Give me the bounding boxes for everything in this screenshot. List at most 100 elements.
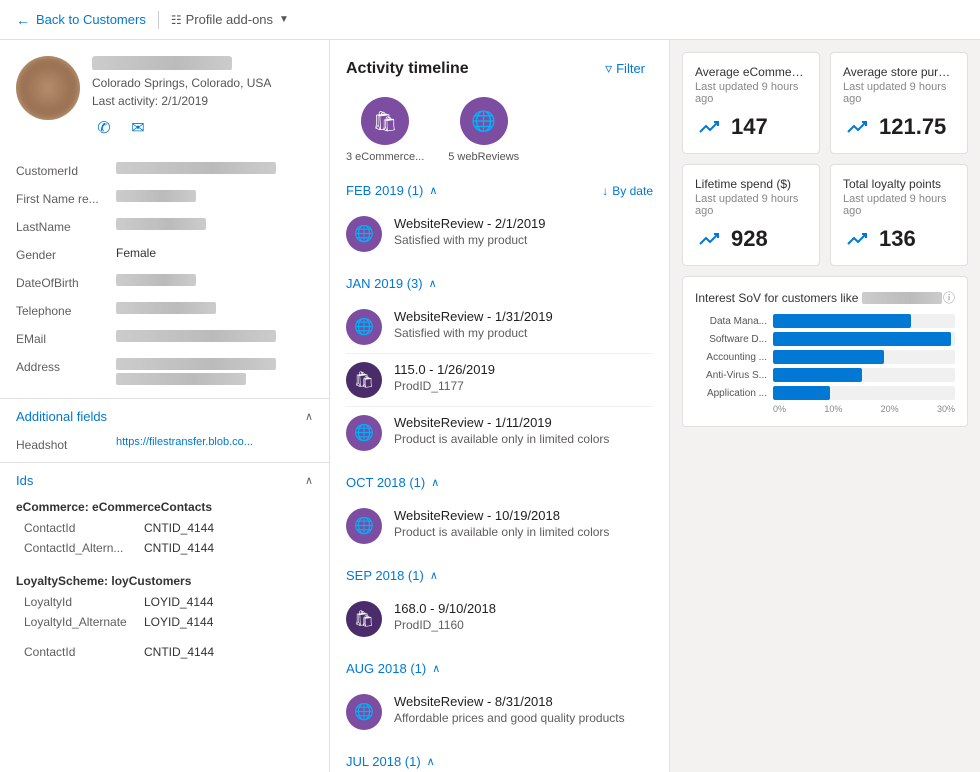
interest-chart-card: Interest SoV for customers like ⓘ Data M…	[682, 276, 968, 427]
field-label-dob: DateOfBirth	[16, 274, 116, 290]
field-label-firstname: First Name re...	[16, 190, 116, 206]
field-label-lastname: LastName	[16, 218, 116, 234]
ids-label-loyaltyid-alt: LoyaltyId_Alternate	[24, 615, 144, 629]
ids-group-ecommerce-title: eCommerce: eCommerceContacts	[16, 494, 313, 518]
bar-row: Accounting ...	[695, 350, 955, 364]
jul2018-chevron-icon: ∧	[427, 755, 435, 768]
kpi-value-avg-ecommerce: 147	[731, 114, 768, 140]
timeline-item-title: WebsiteReview - 1/31/2019	[394, 309, 653, 324]
field-value-headshot[interactable]: https://filestransfer.blob.co...	[116, 436, 313, 448]
kpi-title-loyalty-points: Total loyalty points	[843, 177, 955, 191]
field-value-firstname	[116, 190, 313, 204]
feb2019-label: FEB 2019 (1)	[346, 183, 423, 198]
ids-field-contactid: ContactId CNTID_4144	[16, 518, 313, 538]
oct2018-label: OCT 2018 (1)	[346, 475, 425, 490]
chart-title-name: Interest SoV for customers like	[695, 291, 942, 305]
email-icon[interactable]: ✉	[126, 116, 150, 140]
x-label-30: 30%	[937, 404, 955, 414]
ids-field-loyaltyid: LoyaltyId LOYID_4144	[16, 592, 313, 612]
field-value-address	[116, 358, 313, 388]
x-label-0: 0%	[773, 404, 786, 414]
x-label-10: 10%	[824, 404, 842, 414]
bar-row: Software D...	[695, 332, 955, 346]
field-value-customerid	[116, 162, 313, 176]
bar-row: Application ...	[695, 386, 955, 400]
timeline-item-title: 115.0 - 1/26/2019	[394, 362, 653, 377]
profile-activity: Last activity: 2/1/2019	[92, 94, 313, 108]
timeline-group-feb2019: FEB 2019 (1) ∧ ↓ By date 🌐 WebsiteReview…	[346, 183, 653, 260]
timeline-group-oct2018-header[interactable]: OCT 2018 (1) ∧	[346, 475, 653, 490]
app-header: ← Back to Customers ☷ Profile add-ons ▼	[0, 0, 980, 40]
timeline-dot: 🌐	[346, 415, 382, 451]
ids-value-loyaltyid: LOYID_4144	[144, 595, 213, 609]
timeline-item-sub: Product is available only in limited col…	[394, 432, 653, 446]
field-value-lastname	[116, 218, 313, 232]
phone-icon[interactable]: ✆	[92, 116, 116, 140]
trend-up-icon-ecommerce	[695, 113, 723, 141]
ids-section-header[interactable]: Ids ∧	[0, 462, 329, 494]
field-label-headshot: Headshot	[16, 436, 116, 452]
kpi-card-loyalty-points: Total loyalty points Last updated 9 hour…	[830, 164, 968, 266]
kpi-card-avg-ecommerce: Average eCommerc... Last updated 9 hours…	[682, 52, 820, 154]
field-row-firstname: First Name re...	[16, 184, 313, 212]
bar-fill	[773, 314, 911, 328]
info-icon[interactable]: ⓘ	[943, 289, 955, 306]
fields-section: CustomerId First Name re... LastName Gen…	[0, 156, 329, 394]
trend-up-icon-loyalty	[843, 225, 871, 253]
activity-title: Activity timeline	[346, 60, 469, 78]
center-panel: Activity timeline ▿ Filter 🛍 3 eCommerce…	[330, 40, 670, 772]
kpi-value-row-avg-ecommerce: 147	[695, 113, 807, 141]
back-to-customers-link[interactable]: ← Back to Customers	[16, 12, 146, 28]
ids-value-contactid: CNTID_4144	[144, 521, 214, 535]
kpi-value-row-loyalty-points: 136	[843, 225, 955, 253]
kpi-subtitle-loyalty-points: Last updated 9 hours ago	[843, 193, 955, 217]
timeline-item: 🛍 168.0 - 9/10/2018 ProdID_1160	[346, 593, 653, 645]
timeline-content: WebsiteReview - 1/11/2019 Product is ava…	[394, 415, 653, 446]
sort-label: By date	[612, 184, 653, 198]
left-panel: Colorado Springs, Colorado, USA Last act…	[0, 40, 330, 772]
kpi-value-avg-store: 121.75	[879, 114, 946, 140]
timeline-group-sep2018-header[interactable]: SEP 2018 (1) ∧	[346, 568, 653, 583]
timeline-group-feb2019-header[interactable]: FEB 2019 (1) ∧ ↓ By date	[346, 183, 653, 198]
back-label: Back to Customers	[36, 12, 146, 27]
right-panel: Average eCommerc... Last updated 9 hours…	[670, 40, 980, 772]
activity-icon-ecommerce[interactable]: 🛍 3 eCommerce...	[346, 97, 424, 163]
timeline-group-aug2018-header[interactable]: AUG 2018 (1) ∧	[346, 661, 653, 676]
timeline-item-title: 168.0 - 9/10/2018	[394, 601, 653, 616]
timeline-content: WebsiteReview - 1/31/2019 Satisfied with…	[394, 309, 653, 340]
timeline-sort-btn[interactable]: ↓ By date	[602, 184, 653, 198]
profile-addons-btn[interactable]: ☷ Profile add-ons ▼	[171, 12, 289, 27]
ids-group-loyalty-title: LoyaltyScheme: loyCustomers	[16, 568, 313, 592]
timeline-item: 🌐 WebsiteReview - 1/11/2019 Product is a…	[346, 407, 653, 459]
sep2018-chevron-icon: ∧	[430, 569, 438, 582]
bar-fill	[773, 368, 862, 382]
webreviews-circle: 🌐	[460, 97, 508, 145]
timeline-group-oct2018: OCT 2018 (1) ∧ 🌐 WebsiteReview - 10/19/2…	[346, 475, 653, 552]
kpi-row-2: Lifetime spend ($) Last updated 9 hours …	[682, 164, 968, 266]
ids-group-ecommerce: eCommerce: eCommerceContacts ContactId C…	[16, 494, 313, 558]
profile-header: Colorado Springs, Colorado, USA Last act…	[0, 40, 329, 156]
field-row-address: Address	[16, 352, 313, 394]
ecommerce-circle: 🛍	[361, 97, 409, 145]
profile-location: Colorado Springs, Colorado, USA	[92, 76, 313, 90]
addons-grid-icon: ☷	[171, 13, 182, 27]
bar-bg	[773, 332, 955, 346]
kpi-title-avg-store: Average store purch...	[843, 65, 955, 79]
activity-icon-webreviews[interactable]: 🌐 5 webReviews	[448, 97, 519, 163]
jul2018-label: JUL 2018 (1)	[346, 754, 421, 769]
ids-label-loyaltyid: LoyaltyId	[24, 595, 144, 609]
timeline-item: 🛍 115.0 - 1/26/2019 ProdID_1177	[346, 354, 653, 407]
field-row-dob: DateOfBirth	[16, 268, 313, 296]
timeline-dot: 🌐	[346, 309, 382, 345]
additional-fields-content: Headshot https://filestransfer.blob.co..…	[0, 430, 329, 458]
bar-label: Software D...	[695, 334, 767, 345]
field-row-lastname: LastName	[16, 212, 313, 240]
timeline-group-jul2018-header[interactable]: JUL 2018 (1) ∧	[346, 754, 653, 769]
timeline-item-title: WebsiteReview - 10/19/2018	[394, 508, 653, 523]
jan2019-chevron-icon: ∧	[429, 277, 437, 290]
field-label-email: EMail	[16, 330, 116, 346]
additional-fields-section-header[interactable]: Additional fields ∧	[0, 398, 329, 430]
filter-button[interactable]: ▿ Filter	[597, 56, 653, 81]
timeline-group-jan2019-header[interactable]: JAN 2019 (3) ∧	[346, 276, 653, 291]
bar-bg	[773, 314, 955, 328]
